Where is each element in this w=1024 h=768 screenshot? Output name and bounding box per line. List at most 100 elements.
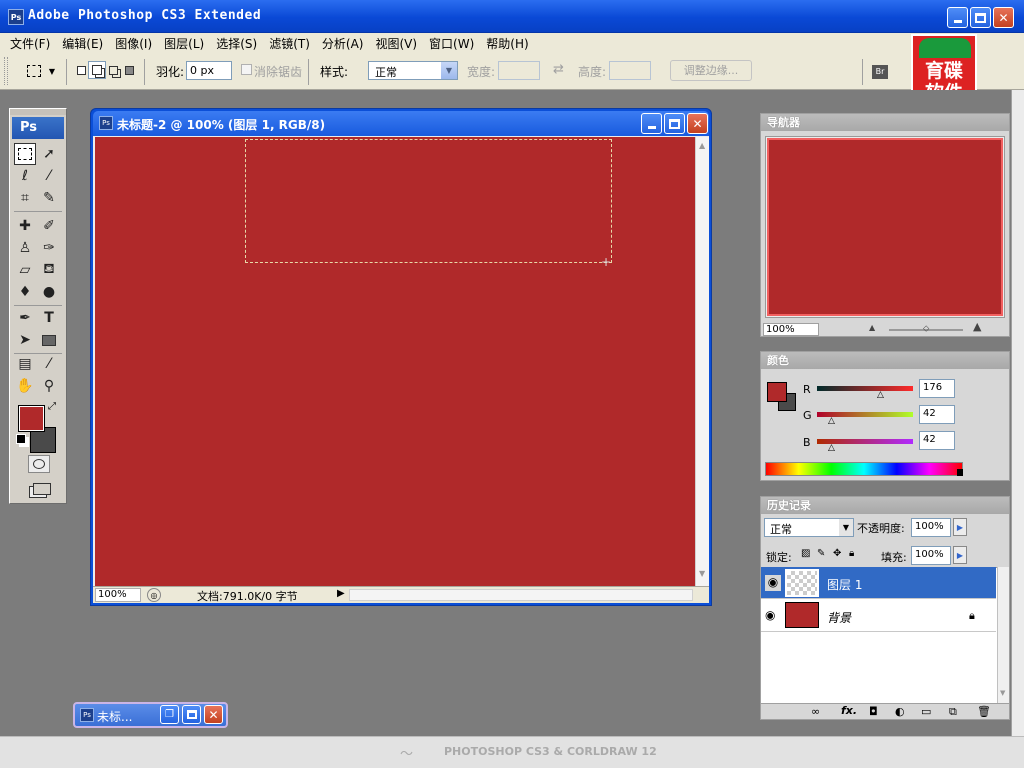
eye-icon[interactable]: ◉ [765,575,781,591]
menu-analysis[interactable]: 分析(A) [322,35,364,52]
path-selection-tool[interactable]: ➤ [14,329,36,351]
menu-filter[interactable]: 滤镜(T) [269,35,310,52]
zoom-tool[interactable]: ⚲ [38,375,60,397]
grip-handle[interactable] [4,57,8,85]
doc-close-button[interactable]: ✕ [687,113,708,134]
notes-tool[interactable]: ▤ [14,353,36,375]
style-select[interactable]: 正常 ▼ [368,61,458,80]
slice-tool[interactable]: ✎ [38,187,60,209]
menu-view[interactable]: 视图(V) [375,35,417,52]
default-colors-icon[interactable] [16,434,26,444]
menu-window[interactable]: 窗口(W) [429,35,474,52]
eye-icon[interactable]: ◉ [765,608,775,622]
pen-tool[interactable]: ✒ [14,307,36,329]
screen-mode-button[interactable] [28,479,56,499]
maximize-button[interactable] [970,7,991,28]
restore-button[interactable]: ❐ [160,705,179,724]
blur-tool[interactable]: ♦ [14,281,36,303]
lock-image-icon[interactable]: ✎ [817,548,825,559]
height-input[interactable] [609,61,651,80]
layers-panel-title[interactable]: 历史记录 [761,497,1009,514]
fill-input[interactable]: 100% [911,546,951,565]
zoom-slider-thumb-icon[interactable]: ⬦ [923,324,929,334]
bridge-button[interactable]: Br [868,62,892,82]
new-layer-icon[interactable]: ⧉ [949,705,957,719]
marquee-tool[interactable] [14,143,36,165]
menu-select[interactable]: 选择(S) [216,35,257,52]
menu-image[interactable]: 图像(I) [115,35,152,52]
layer-row-background[interactable]: ◉ 背景 🔒︎ [761,600,996,632]
layers-scrollbar[interactable]: ▼ [997,567,1009,705]
magic-wand-tool[interactable]: ⁄ [38,165,60,187]
blue-value-input[interactable]: 42 [919,431,955,450]
swap-icon[interactable]: ⇄ [553,62,564,77]
lock-all-icon[interactable]: 🔒︎ [849,548,854,559]
navigator-preview[interactable] [765,136,1005,318]
red-slider-track[interactable] [817,386,913,391]
quick-mask-button[interactable] [28,455,50,473]
menu-file[interactable]: 文件(F) [10,35,50,52]
toolbox-grip[interactable] [10,109,66,115]
navigator-title[interactable]: 导航器 [761,114,1009,131]
foreground-color-swatch[interactable] [18,405,45,432]
opacity-arrow-icon[interactable]: ▶ [953,518,967,536]
scroll-up-icon[interactable]: ▲ [699,141,705,150]
mini-close-button[interactable]: ✕ [204,705,223,724]
vertical-scrollbar[interactable]: ▲ ▼ [695,137,709,586]
opacity-input[interactable]: 100% [911,518,951,537]
menu-layer[interactable]: 图层(L) [164,35,204,52]
color-fg-swatch[interactable] [767,382,787,402]
paint-bucket-tool[interactable]: ⛾ [38,259,60,281]
eraser-tool[interactable]: ▱ [14,259,36,281]
close-button[interactable]: ✕ [993,7,1014,28]
trash-icon[interactable]: 🗑︎ [977,705,991,718]
navigator-zoom-field[interactable]: 100% [763,323,819,336]
swap-colors-icon[interactable]: ⤢ [48,401,56,412]
minimized-document[interactable]: Ps 未标... ❐ ✕ [73,702,228,728]
green-slider-thumb-icon[interactable]: △ [828,416,835,426]
history-brush-tool[interactable]: ✑ [38,237,60,259]
refine-edge-button[interactable]: 调整边缘... [670,60,752,81]
minimize-button[interactable] [947,7,968,28]
layer-row-layer1[interactable]: ◉ 图层 1 [761,567,996,599]
add-selection-button[interactable] [88,61,106,79]
navigator-proxy-box[interactable] [767,138,1003,316]
color-panel-title[interactable]: 颜色 [761,352,1009,369]
doc-minimize-button[interactable] [641,113,662,134]
new-group-icon[interactable]: ▭ [921,705,931,718]
lock-transparent-icon[interactable]: ▨ [801,548,810,559]
menu-help[interactable]: 帮助(H) [486,35,528,52]
rectangle-tool[interactable] [38,329,60,351]
width-input[interactable] [498,61,540,80]
document-title-bar[interactable]: Ps 未标题-2 @ 100% (图层 1, RGB/8) ✕ [93,111,709,137]
layer-mask-icon[interactable]: ◘ [869,705,878,718]
blue-slider-thumb-icon[interactable]: △ [828,443,835,453]
tool-preset-picker[interactable]: ▼ [20,61,62,81]
move-tool[interactable]: ➚ [38,143,60,165]
zoom-in-icon[interactable]: ▲ [973,320,981,333]
layer-style-icon[interactable]: fx. [841,704,857,717]
feather-input[interactable]: 0 px [186,61,232,80]
scroll-down-icon[interactable]: ▼ [1000,689,1005,697]
horizontal-scrollbar[interactable] [349,589,693,601]
red-value-input[interactable]: 176 [919,379,955,398]
lock-position-icon[interactable]: ✥ [833,548,841,559]
black-swatch[interactable] [957,469,963,476]
link-layers-icon[interactable]: ∞ [811,705,820,718]
color-spectrum-bar[interactable] [765,462,963,476]
red-slider-thumb-icon[interactable]: △ [877,390,884,400]
hand-tool[interactable]: ✋ [14,375,36,397]
antialias-checkbox[interactable] [241,64,252,75]
crop-tool[interactable]: ⌗ [14,187,36,209]
blend-mode-select[interactable]: 正常 ▼ [764,518,854,537]
intersect-selection-button[interactable] [122,63,136,77]
fill-arrow-icon[interactable]: ▶ [953,546,967,564]
mini-maximize-button[interactable] [182,705,201,724]
status-options-icon[interactable]: ◎ [147,588,161,602]
zoom-field[interactable]: 100% [95,588,141,602]
eyedropper-tool[interactable]: ⁄ [38,353,60,375]
new-selection-button[interactable] [74,63,88,77]
brush-tool[interactable]: ✐ [38,215,60,237]
lasso-tool[interactable]: ℓ [14,165,36,187]
green-value-input[interactable]: 42 [919,405,955,424]
